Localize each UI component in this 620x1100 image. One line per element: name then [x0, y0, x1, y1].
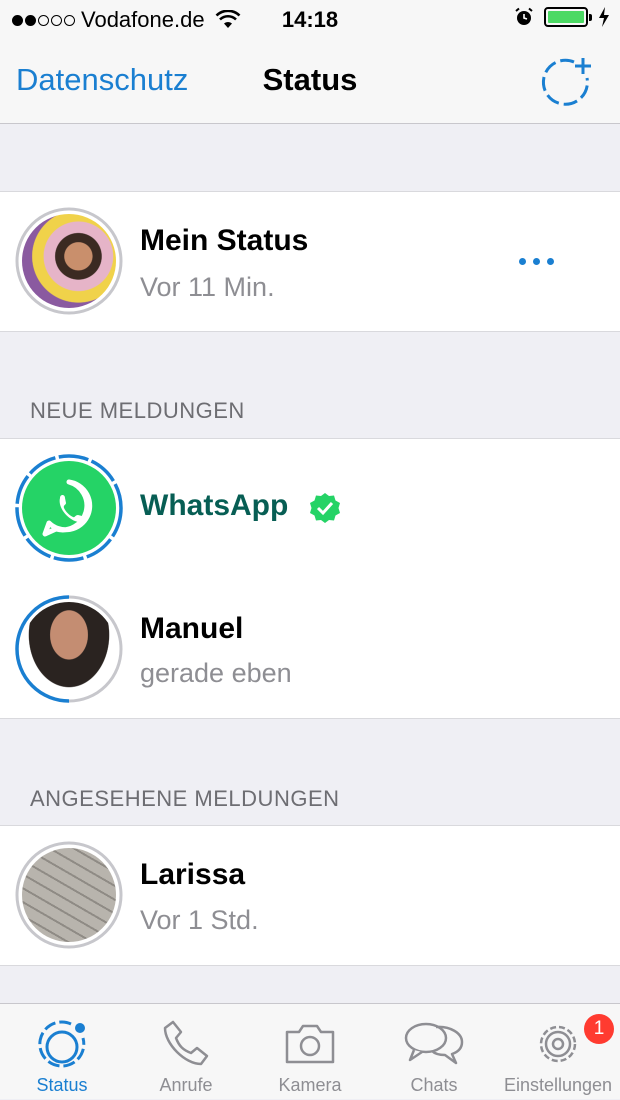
larissa-time: Vor 1 Std. — [140, 905, 259, 935]
tab-status[interactable]: Status — [0, 1004, 124, 1100]
my-status-time: Vor 11 Min. — [140, 272, 275, 302]
tab-bar: Status Anrufe Kamera Chats 1 Einstellung… — [0, 1003, 620, 1099]
new-updates-section: WhatsApp Manuel gerade eben — [0, 438, 620, 719]
tab-anrufe[interactable]: Anrufe — [124, 1004, 248, 1100]
add-status-icon[interactable] — [538, 54, 594, 110]
manuel-name: Manuel — [140, 612, 244, 645]
tab-chats[interactable]: Chats — [372, 1004, 496, 1100]
more-options-icon[interactable] — [519, 258, 554, 265]
whatsapp-name: WhatsApp — [140, 489, 289, 522]
tab-label: Einstellungen — [503, 1075, 613, 1095]
chats-icon — [404, 1022, 464, 1065]
notification-badge: 1 — [584, 1014, 614, 1044]
tab-kamera[interactable]: Kamera — [248, 1004, 372, 1100]
navigation-bar: Datenschutz Status — [0, 40, 620, 124]
tab-label: Kamera — [278, 1075, 342, 1095]
status-bar: Vodafone.de 14:18 — [0, 0, 620, 40]
phone-icon — [163, 1020, 209, 1066]
tab-label: Anrufe — [159, 1075, 213, 1095]
alarm-icon — [515, 7, 533, 25]
larissa-avatar — [13, 839, 125, 951]
my-status-avatar — [13, 205, 125, 317]
verified-badge-icon — [310, 493, 340, 523]
my-status-name: Mein Status — [140, 224, 309, 257]
charging-icon — [599, 7, 609, 27]
manuel-time: gerade eben — [140, 658, 292, 688]
status-row-manuel[interactable]: Manuel gerade eben — [0, 580, 620, 720]
battery-icon — [544, 7, 592, 27]
larissa-name: Larissa — [140, 858, 246, 891]
my-status-row[interactable]: Mein Status Vor 11 Min. — [0, 192, 620, 332]
status-icon — [38, 1020, 86, 1068]
status-row-larissa[interactable]: Larissa Vor 1 Std. — [0, 826, 620, 966]
tab-label: Status — [36, 1075, 88, 1095]
viewed-updates-section: Larissa Vor 1 Std. — [0, 825, 620, 966]
gear-icon — [539, 1025, 577, 1063]
my-status-section: Mein Status Vor 11 Min. — [0, 191, 620, 332]
viewed-updates-header: ANGESEHENE MELDUNGEN — [30, 786, 340, 811]
camera-icon — [285, 1024, 335, 1064]
tab-einstellungen[interactable]: 1 Einstellungen — [496, 1004, 620, 1100]
whatsapp-avatar — [13, 452, 125, 564]
status-row-whatsapp[interactable]: WhatsApp — [0, 439, 620, 579]
page-title: Status — [262, 62, 358, 97]
manuel-avatar — [13, 593, 125, 705]
new-updates-header: NEUE MELDUNGEN — [30, 398, 245, 423]
tab-label: Chats — [410, 1075, 458, 1095]
